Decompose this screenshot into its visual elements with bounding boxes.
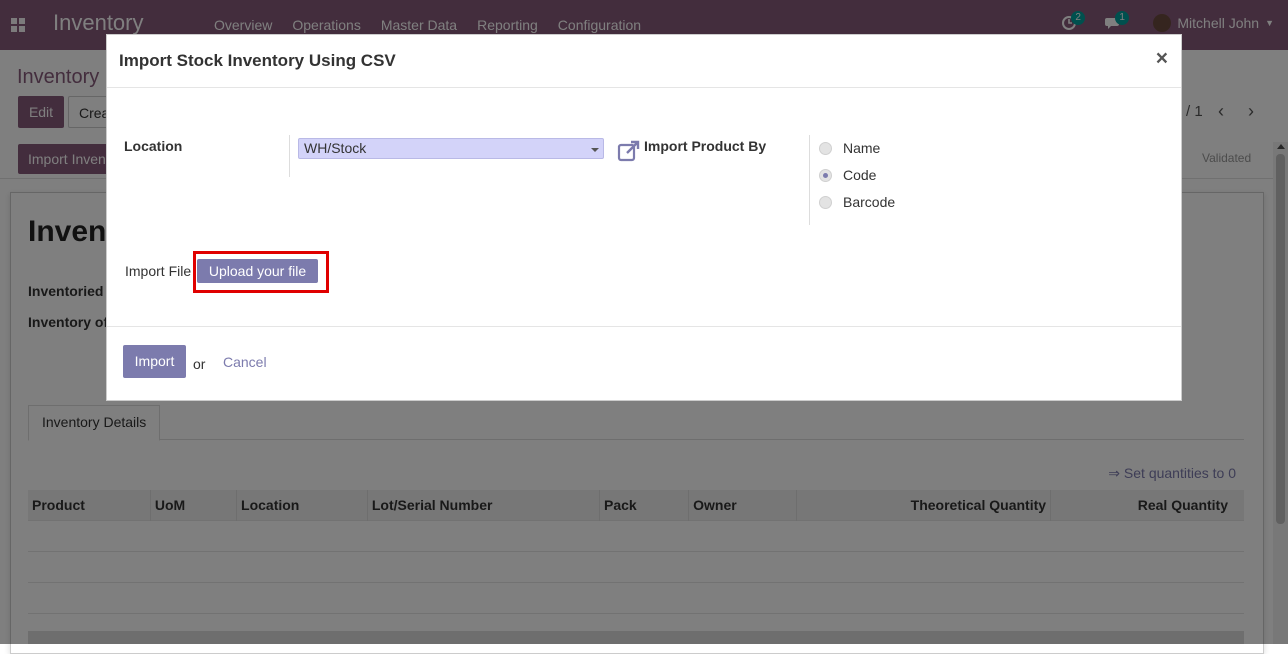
radio-button[interactable] xyxy=(819,141,832,155)
location-select-value: WH/Stock xyxy=(304,140,367,156)
location-label: Location xyxy=(124,138,183,154)
radio-label-barcode: Barcode xyxy=(843,194,896,210)
close-icon[interactable]: × xyxy=(1156,47,1168,71)
external-link-icon[interactable] xyxy=(617,139,641,163)
radio-button-checked[interactable] xyxy=(819,168,832,182)
dialog-title: Import Stock Inventory Using CSV xyxy=(119,51,396,70)
column-separator xyxy=(289,135,290,177)
radio-option-code[interactable]: Code xyxy=(819,167,876,183)
dialog-header: Import Stock Inventory Using CSV × xyxy=(107,35,1181,88)
radio-option-name[interactable]: Name xyxy=(819,140,880,156)
import-button[interactable]: Import xyxy=(123,345,186,378)
upload-file-button[interactable]: Upload your file xyxy=(197,259,318,283)
column-separator xyxy=(809,135,810,225)
import-dialog: Import Stock Inventory Using CSV × Locat… xyxy=(106,34,1182,401)
radio-label-code: Code xyxy=(843,167,877,183)
radio-label-name: Name xyxy=(843,140,881,156)
import-file-label: Import File xyxy=(125,263,192,279)
or-text: or xyxy=(193,356,206,372)
cancel-button[interactable]: Cancel xyxy=(223,354,267,370)
dialog-footer: Import or Cancel xyxy=(107,326,1181,402)
location-select[interactable]: WH/Stock xyxy=(298,138,604,159)
radio-button[interactable] xyxy=(819,195,832,209)
radio-option-barcode[interactable]: Barcode xyxy=(819,194,895,210)
import-product-by-label: Import Product By xyxy=(644,138,767,154)
caret-down-icon xyxy=(591,148,599,152)
